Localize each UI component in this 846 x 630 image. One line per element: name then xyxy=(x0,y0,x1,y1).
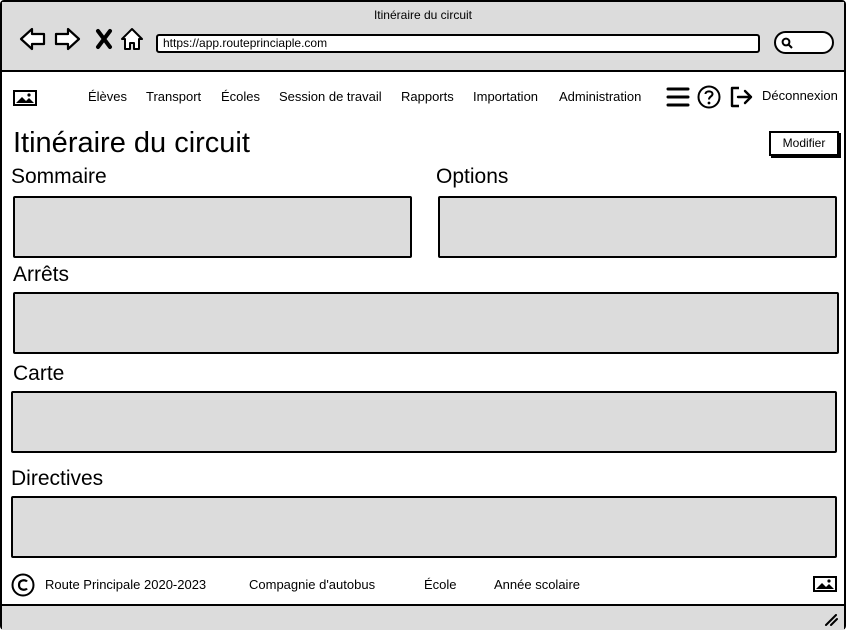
footer-copyright: Route Principale 2020-2023 xyxy=(45,577,207,592)
close-icon xyxy=(96,29,112,49)
browser-window: Itinéraire du circuit https://app.routep… xyxy=(0,0,846,630)
footer-link-school-year[interactable]: Année scolaire xyxy=(494,577,580,592)
map-panel xyxy=(11,391,837,453)
copyright-icon xyxy=(11,573,35,597)
map-heading: Carte xyxy=(13,362,65,385)
logout-icon[interactable] xyxy=(729,85,753,109)
footer: Route Principale 2020-2023 Compagnie d'a… xyxy=(2,568,844,602)
menu-icon[interactable] xyxy=(666,85,690,109)
footer-image-icon xyxy=(813,576,837,592)
summary-heading: Sommaire xyxy=(11,165,107,188)
nav-link-work-session[interactable]: Session de travail xyxy=(279,89,401,104)
arrow-right-icon xyxy=(54,27,81,51)
nav-link-transport[interactable]: Transport xyxy=(146,89,221,104)
nav-links: Élèves Transport Écoles Session de trava… xyxy=(88,89,641,104)
forward-button[interactable] xyxy=(53,24,83,54)
nav-link-reports[interactable]: Rapports xyxy=(401,89,473,104)
help-icon[interactable] xyxy=(697,85,721,109)
page-title: Itinéraire du circuit xyxy=(13,127,250,159)
window-title: Itinéraire du circuit xyxy=(373,8,473,22)
arrow-left-icon xyxy=(19,27,46,51)
search-icon xyxy=(781,37,793,49)
stops-panel xyxy=(13,292,839,354)
nav-link-administration[interactable]: Administration xyxy=(559,89,641,104)
stop-button[interactable] xyxy=(89,24,119,54)
resize-grip-icon[interactable] xyxy=(824,614,838,626)
browser-search-field[interactable] xyxy=(774,31,834,54)
footer-link-school[interactable]: École xyxy=(424,577,457,592)
nav-link-import[interactable]: Importation xyxy=(473,89,559,104)
summary-panel xyxy=(13,196,412,258)
options-heading: Options xyxy=(436,165,509,188)
status-bar xyxy=(2,604,844,630)
home-icon xyxy=(121,28,143,50)
edit-button[interactable]: Modifier xyxy=(769,131,839,156)
directions-panel xyxy=(11,496,837,558)
logo-image-icon xyxy=(13,90,37,106)
logout-link[interactable]: Déconnexion xyxy=(762,88,838,103)
options-panel xyxy=(438,196,837,258)
stops-heading: Arrêts xyxy=(13,263,70,286)
directions-heading: Directives xyxy=(11,467,104,490)
nav-link-students[interactable]: Élèves xyxy=(88,89,146,104)
browser-chrome: Itinéraire du circuit https://app.routep… xyxy=(2,2,844,72)
nav-link-schools[interactable]: Écoles xyxy=(221,89,279,104)
home-button[interactable] xyxy=(117,24,147,54)
back-button[interactable] xyxy=(17,24,47,54)
url-input[interactable]: https://app.routeprinciaple.com xyxy=(156,34,760,53)
app-navigation: Élèves Transport Écoles Session de trava… xyxy=(2,74,844,120)
footer-link-company[interactable]: Compagnie d'autobus xyxy=(249,577,375,592)
